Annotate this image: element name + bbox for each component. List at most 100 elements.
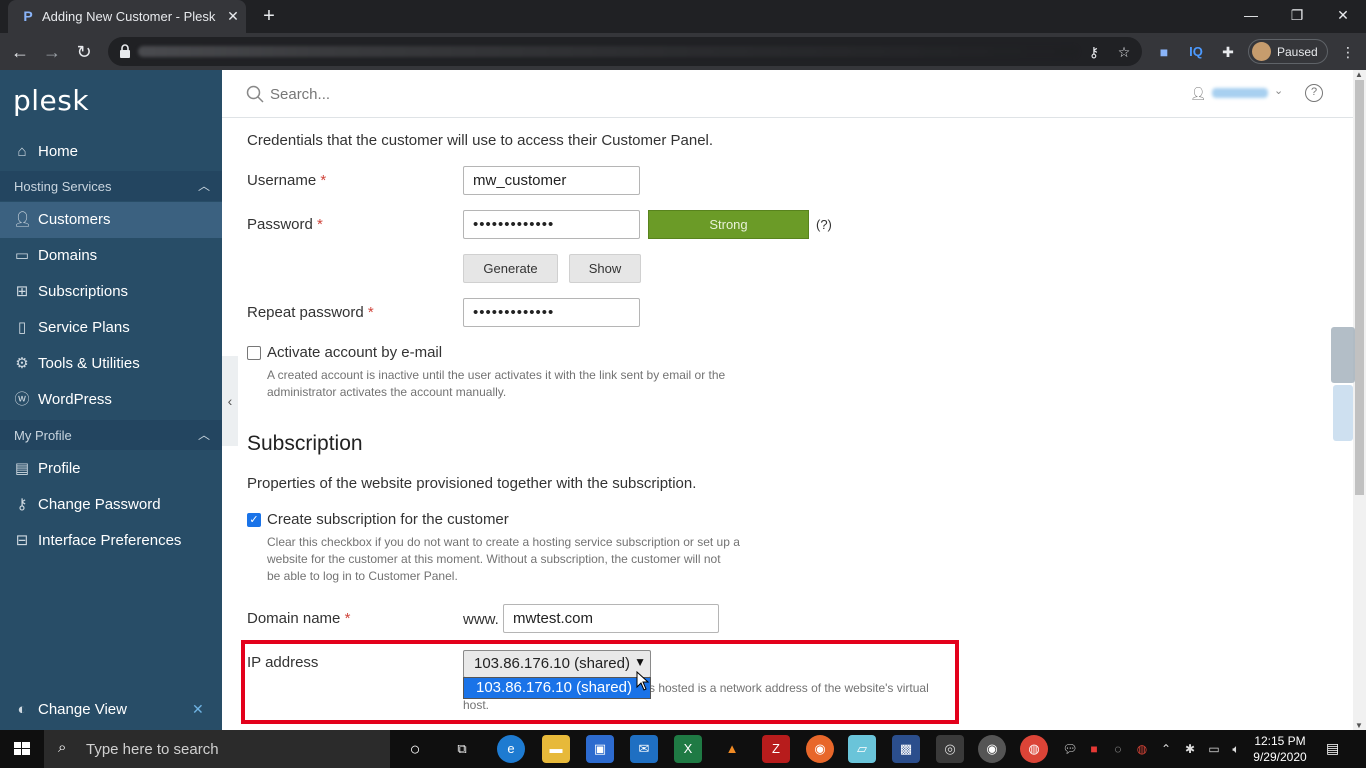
domain-name-field[interactable]: mwtest.com — [503, 604, 719, 633]
scrollbar-thumb[interactable] — [1355, 80, 1364, 495]
username-field[interactable]: mw_customer — [463, 166, 640, 195]
home-icon: ⌂ — [17, 143, 27, 160]
create-subscription-label: Create subscription for the customer — [267, 511, 509, 528]
back-icon[interactable]: ← — [8, 40, 32, 64]
user-menu-name[interactable] — [1212, 88, 1268, 98]
sidebar-item-subscriptions[interactable]: ⊞ Subscriptions — [0, 274, 222, 310]
network-icon[interactable]: ▭ — [1206, 741, 1222, 757]
task-view-icon[interactable]: ⧉ — [448, 735, 476, 763]
star-icon[interactable]: ☆ — [1114, 42, 1134, 62]
excel-icon[interactable]: X — [674, 735, 702, 763]
show-button[interactable]: Show — [569, 254, 641, 283]
chrome-profile-icon[interactable]: ◎ — [936, 735, 964, 763]
sidebar-item-label: Profile — [38, 460, 81, 477]
change-view-label: Change View — [38, 701, 127, 718]
tab-close-icon[interactable]: ✕ — [224, 7, 242, 25]
sidebar-item-service-plans[interactable]: ▯ Service Plans — [0, 310, 222, 346]
sidebar-item-label: Interface Preferences — [38, 532, 182, 549]
search-icon — [246, 85, 264, 103]
sidebar-item-domains[interactable]: ▭ Domains — [0, 238, 222, 274]
windows-start-icon[interactable] — [0, 730, 44, 768]
change-view-icon: ◐ — [17, 701, 27, 718]
firefox-icon[interactable]: ◉ — [806, 735, 834, 763]
sidebar-item-customers[interactable]: 👤︎ Customers — [0, 202, 222, 238]
create-subscription-checkbox[interactable]: ✓ — [247, 513, 261, 527]
scroll-up-icon[interactable]: ▲ — [1355, 70, 1363, 79]
avatar — [1252, 42, 1271, 61]
network-x-icon[interactable]: ✱ — [1182, 741, 1198, 757]
close-icon[interactable]: ✕ — [192, 701, 204, 718]
password-label: Password * — [247, 216, 323, 233]
recorder-icon[interactable]: ■ — [1086, 741, 1102, 757]
help-icon[interactable]: ? — [1305, 84, 1323, 102]
sidebar-item-label: Customers — [38, 211, 111, 228]
tray-up-icon[interactable]: ⌃ — [1158, 741, 1174, 757]
chat-icon[interactable]: 💬︎ — [1062, 741, 1078, 757]
browser-tab-bar: P Adding New Customer - Plesk Ob ✕ + — ❐… — [0, 0, 1366, 33]
notes-app-icon[interactable]: ▱ — [848, 735, 876, 763]
iq-icon[interactable]: IQ — [1186, 42, 1206, 62]
edge-icon[interactable]: e — [497, 735, 525, 763]
window-close-icon[interactable]: ✕ — [1320, 0, 1366, 33]
puzzle-icon[interactable]: ✚ — [1218, 42, 1238, 62]
profile-paused-button[interactable]: Paused — [1248, 39, 1328, 64]
paused-label: Paused — [1277, 45, 1318, 59]
sidebar-item-profile[interactable]: ▤ Profile — [0, 451, 222, 487]
username-label: Username * — [247, 172, 327, 189]
password-field[interactable]: ••••••••••••• — [463, 210, 640, 239]
sidebar-item-wordpress[interactable]: ⓦ WordPress — [0, 382, 222, 418]
menu-dots-icon[interactable]: ⋮ — [1338, 42, 1358, 62]
reload-icon[interactable]: ↻ — [72, 40, 96, 64]
sidebar-item-home[interactable]: ⌂ Home — [0, 134, 222, 170]
chevron-down-icon[interactable]: ⌄ — [1274, 84, 1283, 97]
notification-icon[interactable]: ▤ — [1326, 740, 1344, 758]
cortana-icon[interactable]: ○ — [401, 735, 429, 763]
activate-checkbox[interactable] — [247, 346, 261, 360]
sidebar-item-change-password[interactable]: ⚷ Change Password — [0, 487, 222, 523]
search-input[interactable] — [270, 82, 770, 106]
sidebar-item-tools-utilities[interactable]: ⚙ Tools & Utilities — [0, 346, 222, 382]
vlc-icon[interactable]: ▲ — [718, 735, 746, 763]
strength-help-link[interactable]: (?) — [816, 217, 832, 232]
store-icon[interactable]: ▣ — [586, 735, 614, 763]
sidebar-item-label: Domains — [38, 247, 98, 264]
tray-app-icon[interactable]: ◌ — [1110, 741, 1126, 757]
sidebar-item-interface-preferences[interactable]: ⊟ Interface Preferences — [0, 523, 222, 559]
group-my-profile[interactable]: My Profile ︿ — [0, 420, 222, 450]
chrome-tray-icon[interactable]: ◍ — [1134, 741, 1150, 757]
system-clock[interactable]: 12:15 PM 9/29/2020 — [1252, 733, 1308, 765]
forward-icon[interactable]: → — [40, 40, 64, 64]
address-bar[interactable] — [108, 37, 1142, 66]
mail-icon[interactable]: ✉ — [630, 735, 658, 763]
chrome-icon[interactable]: ◍ — [1020, 735, 1048, 763]
chevron-up-icon: ︿ — [197, 179, 210, 193]
scroll-down-icon[interactable]: ▼ — [1355, 721, 1363, 730]
extension-camera-icon[interactable]: ■ — [1154, 42, 1174, 62]
restore-icon[interactable]: ❐ — [1274, 0, 1320, 33]
sidebar-collapse-handle[interactable]: ‹ — [222, 356, 238, 446]
new-tab-button[interactable]: + — [258, 5, 280, 27]
wordpress-icon: ⓦ — [14, 391, 30, 408]
taskbar-search-text: Type here to search — [86, 741, 219, 758]
clock-date: 9/29/2020 — [1253, 750, 1307, 764]
sidebar: plesk ⌂ Home Hosting Services ︿ 👤︎ Custo… — [0, 70, 222, 730]
file-explorer-icon[interactable]: ▬ — [542, 735, 570, 763]
taskbar-search-box[interactable]: ⌕ Type here to search — [44, 730, 390, 768]
volume-icon[interactable]: 🔈︎ — [1228, 741, 1244, 757]
key-icon[interactable]: ⚷ — [1084, 42, 1104, 62]
sidebar-item-label: Tools & Utilities — [38, 355, 140, 372]
main-content: Credentials that the customer will use t… — [238, 119, 1353, 730]
user-icon: 👤︎ — [13, 211, 33, 228]
remote-app-icon[interactable]: ▩ — [892, 735, 920, 763]
generate-button[interactable]: Generate — [463, 254, 558, 283]
lock-icon — [120, 44, 130, 58]
group-hosting-services[interactable]: Hosting Services ︿ — [0, 171, 222, 201]
browser-tab[interactable]: P Adding New Customer - Plesk Ob ✕ — [8, 0, 246, 33]
repeat-password-field[interactable]: ••••••••••••• — [463, 298, 640, 327]
change-view-button[interactable]: ◐ Change View ✕ — [0, 692, 222, 728]
media-player-icon[interactable]: ◉ — [978, 735, 1006, 763]
filezilla-icon[interactable]: Z — [762, 735, 790, 763]
tab-title: Adding New Customer - Plesk Ob — [42, 9, 218, 24]
briefcase-icon: ▤ — [14, 460, 30, 477]
minimize-icon[interactable]: — — [1228, 0, 1274, 33]
